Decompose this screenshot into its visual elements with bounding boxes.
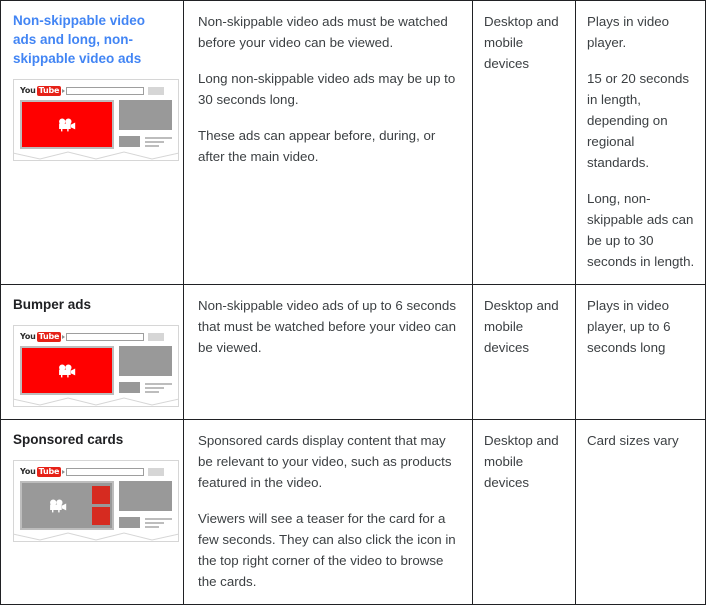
sponsored-card[interactable] [92, 507, 110, 525]
platform-text: Desktop and mobile devices [484, 433, 559, 490]
torn-edge-decoration [14, 396, 178, 406]
description-cell: Non-skippable video ads of up to 6 secon… [183, 284, 473, 420]
ad-type-label: Sponsored cards [13, 432, 124, 447]
thumbnail-header: You Tube [20, 331, 172, 342]
specs-paragraph: Card sizes vary [587, 433, 679, 448]
platform-text: Desktop and mobile devices [484, 14, 559, 71]
search-input[interactable] [66, 86, 145, 95]
thumbnail-body [20, 100, 172, 149]
search-button[interactable] [148, 467, 165, 476]
search-button[interactable] [148, 332, 165, 341]
related-video-placeholder [119, 100, 172, 130]
specs-paragraph: Long, non-skippable ads can be up to 30 … [587, 191, 695, 269]
related-videos-panel [119, 100, 172, 149]
table-row: Non-skippable video ads and long, non-sk… [0, 0, 706, 285]
torn-edge-decoration [14, 150, 178, 160]
related-video-text-lines [145, 136, 172, 149]
related-video-placeholder [119, 481, 172, 511]
description-cell: Non-skippable video ads must be watched … [183, 0, 473, 285]
table-row: Sponsored cards You Tube Sponsored cards… [0, 419, 706, 605]
specs-paragraph: Plays in video player. [587, 14, 670, 50]
youtube-nonskippable-ad-thumbnail: You Tube [13, 79, 179, 161]
description-cell: Sponsored cards display content that may… [183, 419, 473, 605]
thumbnail-header: You Tube [20, 85, 172, 96]
ad-type-label: Bumper ads [13, 297, 92, 312]
related-video-text-lines [145, 517, 172, 530]
specs-cell: Plays in video player, up to 6 seconds l… [575, 284, 706, 420]
ad-type-label-link[interactable]: Non-skippable video ads and long, non-sk… [13, 11, 172, 68]
ad-formats-table-body: Non-skippable video ads and long, non-sk… [0, 0, 706, 605]
description-paragraph: Long non-skippable video ads may be up t… [198, 71, 456, 107]
youtube-sponsored-cards-thumbnail: You Tube [13, 460, 179, 542]
search-input[interactable] [66, 332, 145, 341]
related-video-placeholder [119, 346, 172, 376]
chevron-right-icon [62, 334, 66, 339]
youtube-bumper-ad-thumbnail: You Tube [13, 325, 179, 407]
description-paragraph: Non-skippable video ads of up to 6 secon… [198, 298, 456, 355]
video-player-ad-red [20, 100, 114, 149]
related-videos-panel [119, 481, 172, 530]
youtube-logo-icon: You Tube [20, 331, 62, 342]
related-video-item [119, 136, 172, 149]
youtube-logo-icon: You Tube [20, 85, 62, 96]
related-video-thumb [119, 517, 140, 528]
chevron-right-icon [62, 469, 66, 474]
ad-type-cell: Bumper ads You Tube [0, 284, 184, 420]
specs-cell: Plays in video player. 15 or 20 seconds … [575, 0, 706, 285]
platform-cell: Desktop and mobile devices [472, 0, 576, 285]
video-player-ad-red [20, 346, 114, 395]
related-video-item [119, 517, 172, 530]
specs-paragraph: Plays in video player, up to 6 seconds l… [587, 298, 671, 355]
related-video-thumb [119, 382, 140, 393]
specs-paragraph: 15 or 20 seconds in length, depending on… [587, 71, 690, 170]
related-video-item [119, 382, 172, 395]
description-paragraph: These ads can appear before, during, or … [198, 128, 436, 164]
specs-cell: Card sizes vary [575, 419, 706, 605]
video-player-gray [20, 481, 114, 530]
platform-cell: Desktop and mobile devices [472, 284, 576, 420]
thumbnail-body [20, 346, 172, 395]
related-video-thumb [119, 136, 140, 147]
description-paragraph: Viewers will see a teaser for the card f… [198, 511, 456, 589]
ad-type-cell: Non-skippable video ads and long, non-sk… [0, 0, 184, 285]
search-input[interactable] [66, 467, 145, 476]
ad-formats-table: Non-skippable video ads and long, non-sk… [0, 0, 706, 605]
movie-camera-icon [59, 118, 76, 131]
related-videos-panel [119, 346, 172, 395]
thumbnail-body [20, 481, 172, 530]
movie-camera-icon [59, 364, 76, 377]
platform-text: Desktop and mobile devices [484, 298, 559, 355]
platform-cell: Desktop and mobile devices [472, 419, 576, 605]
table-row: Bumper ads You Tube Non-skippable video … [0, 284, 706, 420]
search-button[interactable] [148, 86, 165, 95]
chevron-right-icon [62, 88, 66, 93]
thumbnail-header: You Tube [20, 466, 172, 477]
description-paragraph: Sponsored cards display content that may… [198, 433, 452, 490]
ad-type-cell: Sponsored cards You Tube [0, 419, 184, 605]
description-paragraph: Non-skippable video ads must be watched … [198, 14, 448, 50]
movie-camera-icon [50, 499, 67, 512]
related-video-text-lines [145, 382, 172, 395]
youtube-logo-icon: You Tube [20, 466, 62, 477]
sponsored-cards-overlay[interactable] [92, 483, 112, 528]
sponsored-card[interactable] [92, 486, 110, 504]
